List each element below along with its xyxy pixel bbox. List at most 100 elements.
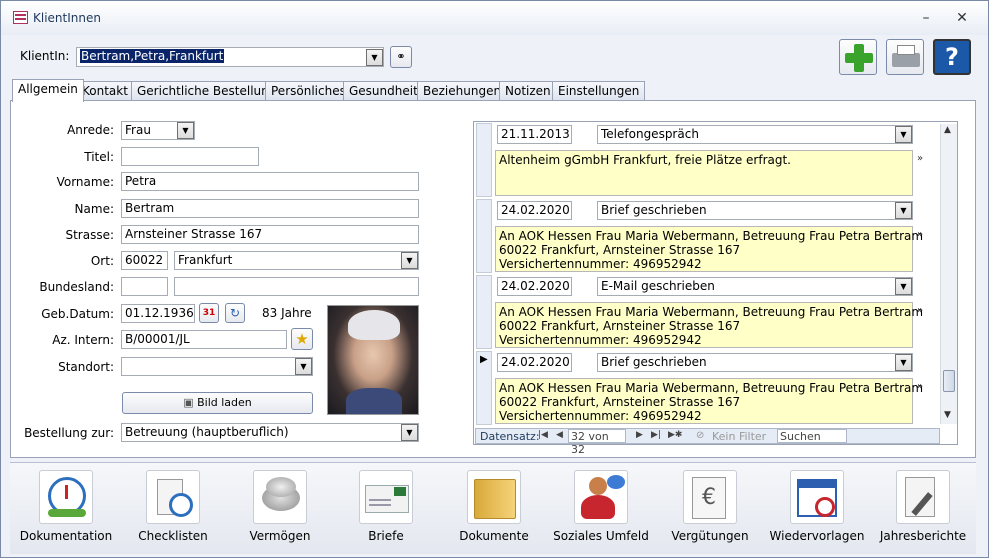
new-record-icon[interactable]: ▶✱ <box>668 430 682 440</box>
last-record-icon[interactable]: ▶| <box>651 430 661 440</box>
tab-allgemein[interactable]: Allgemein <box>12 79 84 102</box>
add-client-button[interactable] <box>839 39 877 75</box>
dokumente-label[interactable]: Dokumente <box>446 529 542 543</box>
bestellung-select[interactable]: Betreuung (hauptberuflich) <box>121 423 419 442</box>
tab-gerichtliche-bestellung[interactable]: Gerichtliche Bestellung <box>131 81 283 101</box>
entry-date[interactable]: 24.02.2020 <box>497 353 572 372</box>
name-field[interactable]: Bertram <box>121 199 419 218</box>
chevron-down-icon[interactable]: ▼ <box>895 278 912 295</box>
bundesland-code-field[interactable] <box>121 277 168 296</box>
chevron-down-icon[interactable]: ▼ <box>895 354 912 371</box>
entry-type-select[interactable]: Brief geschrieben <box>597 201 913 220</box>
close-icon[interactable]: ✕ <box>951 9 973 29</box>
vorname-field[interactable]: Petra <box>121 172 419 191</box>
client-select[interactable]: Bertram,Petra,Frankfurt <box>76 47 384 67</box>
scroll-down-icon[interactable]: ▼ <box>944 410 951 420</box>
star-icon[interactable]: ★ <box>291 328 313 350</box>
entry-type-select[interactable]: Telefongespräch <box>597 125 913 144</box>
scroll-thumb[interactable] <box>943 370 955 392</box>
dokumentation-button[interactable] <box>39 470 93 524</box>
jahresberichte-label[interactable]: Jahresberichte <box>875 529 971 543</box>
az-intern-field[interactable]: B/00001/JL <box>121 330 287 349</box>
vermoegen-label[interactable]: Vermögen <box>232 529 328 543</box>
checklisten-label[interactable]: Checklisten <box>125 529 221 543</box>
tab-gesundheit[interactable]: Gesundheit <box>343 81 424 101</box>
titel-label: Titel: <box>84 150 114 164</box>
binoculars-icon[interactable]: ⚭ <box>390 46 412 68</box>
entry-date[interactable]: 24.02.2020 <box>497 277 572 296</box>
title-bar: KlientInnen – ✕ <box>1 1 988 35</box>
titel-field[interactable] <box>121 147 259 166</box>
printer-icon <box>892 53 920 67</box>
entry-type-select[interactable]: Brief geschrieben <box>597 353 913 372</box>
filter-status[interactable]: Kein Filter <box>712 430 766 443</box>
expand-icon[interactable]: » <box>917 153 923 164</box>
vertical-scrollbar[interactable]: ▲ ▼ <box>940 124 957 424</box>
chevron-down-icon[interactable]: ▼ <box>177 122 194 139</box>
chevron-down-icon[interactable]: ▼ <box>366 49 383 66</box>
refresh-icon[interactable]: ↻ <box>225 303 245 323</box>
chevron-down-icon[interactable]: ▼ <box>295 358 312 375</box>
bundesland-label: Bundesland: <box>39 280 114 294</box>
az-intern-label: Az. Intern: <box>52 333 114 347</box>
briefe-button[interactable] <box>359 470 413 524</box>
record-selector[interactable] <box>476 123 492 197</box>
plz-field[interactable]: 60022 <box>121 251 168 270</box>
expand-icon[interactable]: » <box>917 305 923 316</box>
record-selector[interactable] <box>476 199 492 273</box>
dokumentation-label[interactable]: Dokumentation <box>18 529 114 543</box>
tab-einstellungen[interactable]: Einstellungen <box>552 81 646 101</box>
jahresberichte-button[interactable] <box>896 470 950 524</box>
tab-notizen[interactable]: Notizen <box>499 81 557 101</box>
first-record-icon[interactable]: |◀ <box>538 430 548 440</box>
bild-laden-button[interactable]: ▣ Bild laden <box>122 392 313 414</box>
tab-persoenliches[interactable]: Persönliches <box>265 81 352 101</box>
form-icon <box>13 11 28 24</box>
entry-type-select[interactable]: E-Mail geschrieben <box>597 277 913 296</box>
soziales-umfeld-button[interactable] <box>574 470 628 524</box>
wiedervorlagen-button[interactable] <box>790 470 844 524</box>
scroll-up-icon[interactable]: ▲ <box>944 125 951 135</box>
tab-beziehungen[interactable]: Beziehungen <box>417 81 508 101</box>
image-icon: ▣ <box>183 396 198 409</box>
help-button[interactable]: ? <box>933 39 971 75</box>
bundesland-field[interactable] <box>174 277 419 296</box>
entry-date[interactable]: 21.11.2013 <box>497 125 572 144</box>
entry-note[interactable]: An AOK Hessen Frau Maria Webermann, Betr… <box>495 378 923 424</box>
search-input[interactable]: Suchen <box>777 429 847 443</box>
chevron-down-icon[interactable]: ▼ <box>401 252 418 269</box>
standort-select[interactable] <box>121 357 313 376</box>
wiedervorlagen-label[interactable]: Wiedervorlagen <box>767 529 867 543</box>
gebdatum-field[interactable]: 01.12.1936 <box>121 304 195 323</box>
briefe-label[interactable]: Briefe <box>338 529 434 543</box>
checklisten-button[interactable] <box>146 470 200 524</box>
vermoegen-button[interactable] <box>253 470 307 524</box>
filter-icon[interactable]: ⊘ <box>696 430 704 441</box>
prev-record-icon[interactable]: ◀ <box>556 430 563 440</box>
strasse-field[interactable]: Arnsteiner Strasse 167 <box>121 225 419 244</box>
record-position-field[interactable]: 32 von 32 <box>568 429 626 456</box>
minimize-icon[interactable]: – <box>915 9 937 29</box>
entry-note[interactable]: Altenheim gGmbH Frankfurt, freie Plätze … <box>495 150 913 196</box>
dokumente-button[interactable] <box>467 470 521 524</box>
tab-kontakt[interactable]: Kontakt <box>76 81 134 101</box>
nav-label: Datensatz: <box>480 430 540 443</box>
calendar-icon[interactable]: 31 <box>199 303 219 323</box>
entry-date[interactable]: 24.02.2020 <box>497 201 572 220</box>
verguetungen-button[interactable]: € <box>683 470 737 524</box>
ort-select[interactable]: Frankfurt <box>174 251 419 270</box>
entry-note[interactable]: An AOK Hessen Frau Maria Webermann, Betr… <box>495 302 923 348</box>
chevron-down-icon[interactable]: ▼ <box>401 424 418 441</box>
record-selector[interactable] <box>476 275 492 349</box>
soziales-umfeld-label[interactable]: Soziales Umfeld <box>553 529 649 543</box>
verguetungen-label[interactable]: Vergütungen <box>662 529 758 543</box>
current-record-icon: ▶ <box>480 354 488 365</box>
next-record-icon[interactable]: ▶ <box>636 430 643 440</box>
expand-icon[interactable]: » <box>917 229 923 240</box>
expand-icon[interactable]: » <box>917 381 923 392</box>
chevron-down-icon[interactable]: ▼ <box>895 126 912 143</box>
print-button[interactable] <box>886 39 924 75</box>
entry-note[interactable]: An AOK Hessen Frau Maria Webermann, Betr… <box>495 226 923 272</box>
chevron-down-icon[interactable]: ▼ <box>895 202 912 219</box>
record-selector-current[interactable]: ▶ <box>476 351 492 425</box>
